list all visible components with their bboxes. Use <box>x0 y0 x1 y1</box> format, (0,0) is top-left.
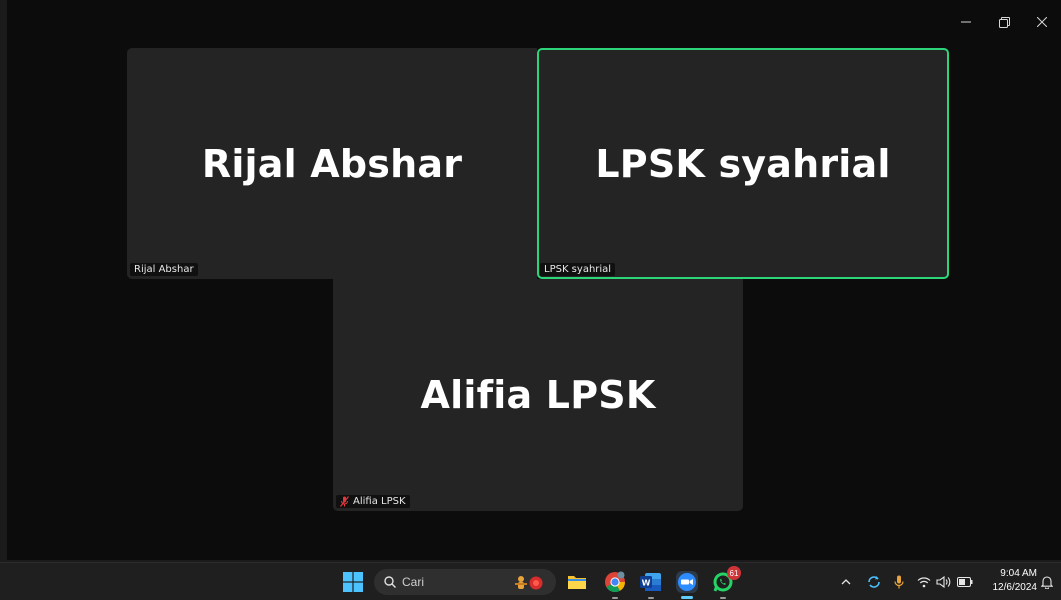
tray-sync-button[interactable] <box>866 574 882 590</box>
window-frame-left <box>0 0 7 562</box>
taskbar-clock[interactable]: 9:04 AM 12/6/2024 <box>987 567 1038 595</box>
close-icon <box>1037 17 1047 27</box>
window-controls <box>947 8 1061 36</box>
running-indicator <box>648 597 654 599</box>
wifi-icon <box>917 577 931 588</box>
microphone-icon <box>894 575 904 589</box>
minimize-button[interactable] <box>947 8 985 36</box>
participant-name-tag: Alifia LPSK <box>336 495 410 508</box>
participant-name-tag-label: Alifia LPSK <box>353 496 406 507</box>
tray-wifi-button[interactable] <box>916 574 932 590</box>
word-icon: W <box>640 573 661 591</box>
tray-volume-button[interactable] <box>936 574 952 590</box>
battery-icon <box>957 577 973 587</box>
participant-name-tag-label: Rijal Abshar <box>134 264 194 275</box>
minimize-icon <box>961 21 971 23</box>
chrome-icon <box>605 571 626 593</box>
participant-tile-rijal[interactable]: Rijal Abshar Rijal Abshar <box>127 48 537 279</box>
participant-display-name: LPSK syahrial <box>595 141 891 186</box>
running-indicator <box>720 597 726 599</box>
tray-battery-button[interactable] <box>957 574 973 590</box>
search-placeholder: Cari <box>402 575 425 589</box>
svg-text:W: W <box>642 579 651 588</box>
tray-microphone-button[interactable] <box>891 574 907 590</box>
start-button[interactable] <box>341 570 365 594</box>
notification-center-button[interactable] <box>1039 574 1055 590</box>
running-indicator <box>612 597 618 599</box>
participant-display-name: Alifia LPSK <box>420 373 656 417</box>
taskbar-app-zoom[interactable] <box>675 570 699 599</box>
clock-time: 9:04 AM <box>1000 568 1037 579</box>
notification-badge: 61 <box>727 566 741 580</box>
taskbar-app-word[interactable]: W <box>639 570 663 599</box>
participant-name-tag-label: LPSK syahrial <box>544 264 612 275</box>
chevron-up-icon <box>841 579 851 585</box>
folder-icon <box>568 576 586 589</box>
participant-name-tag: Rijal Abshar <box>130 263 198 276</box>
zoom-icon <box>676 571 698 593</box>
taskbar-search-box[interactable]: Cari <box>374 569 556 595</box>
volume-icon <box>936 576 951 588</box>
close-button[interactable] <box>1023 8 1061 36</box>
taskbar: Cari W 61 9:04 AM 12/6/2024 <box>0 562 1061 600</box>
active-indicator <box>681 596 693 599</box>
windows-logo-icon <box>343 572 363 592</box>
taskbar-app-file-explorer[interactable] <box>565 570 589 594</box>
taskbar-app-chrome[interactable] <box>603 570 627 599</box>
muted-microphone-icon <box>340 496 349 507</box>
search-highlight-icon <box>512 573 548 591</box>
restore-icon <box>998 16 1010 28</box>
taskbar-app-whatsapp[interactable]: 61 <box>711 566 741 599</box>
participant-display-name: Rijal Abshar <box>201 141 463 186</box>
participant-tile-alifia[interactable]: Alifia LPSK Alifia LPSK <box>333 279 743 511</box>
sync-icon <box>868 576 880 588</box>
show-hidden-icons-button[interactable] <box>838 574 854 590</box>
clock-date: 12/6/2024 <box>992 582 1038 593</box>
participant-name-tag: LPSK syahrial <box>540 263 616 276</box>
participant-tile-lpsk-active-speaker[interactable]: LPSK syahrial LPSK syahrial <box>537 48 949 279</box>
notification-bell-icon <box>1041 576 1053 589</box>
search-icon <box>384 576 396 588</box>
restore-button[interactable] <box>985 8 1023 36</box>
